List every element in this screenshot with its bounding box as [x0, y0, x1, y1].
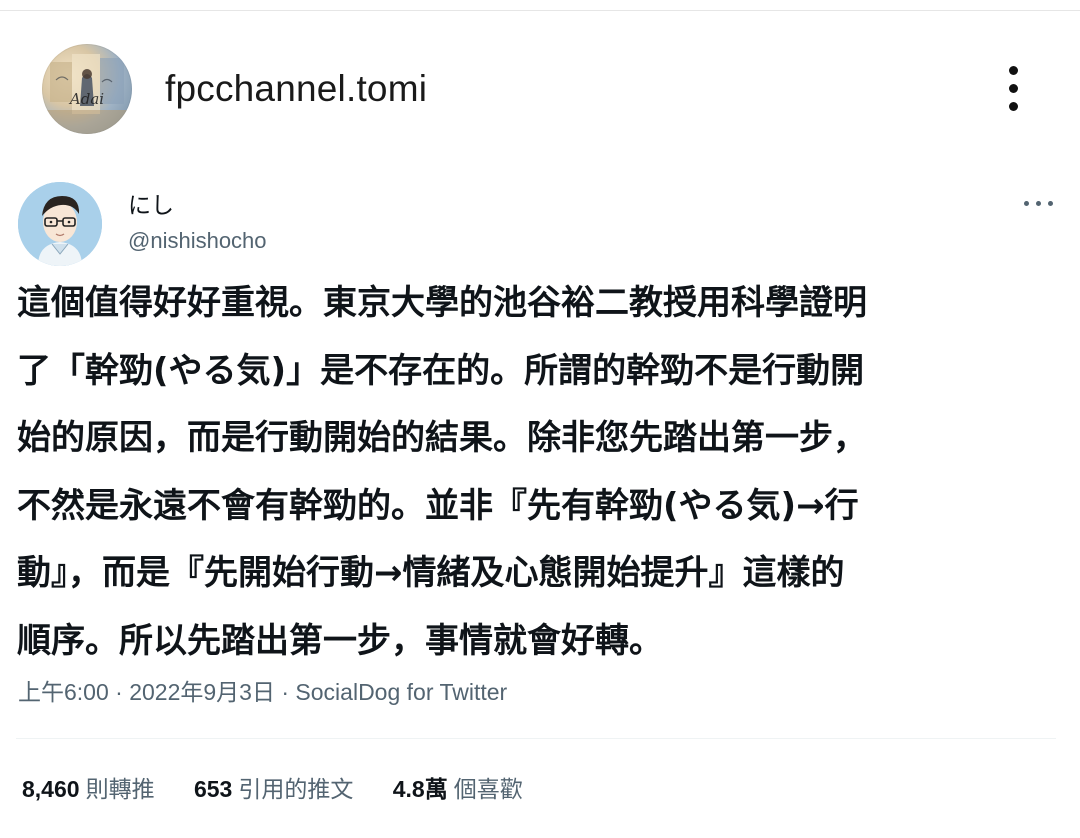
channel-name[interactable]: fpcchannel.tomi — [165, 68, 427, 110]
author-avatar-image — [18, 182, 102, 266]
author-name[interactable]: にし — [128, 186, 174, 220]
kebab-vertical-icon[interactable] — [992, 64, 1036, 116]
svg-text:Adai: Adai — [68, 90, 104, 108]
likes-label: 個喜歡 — [453, 776, 523, 802]
channel-avatar-image: Adai — [42, 54, 132, 134]
meta-separator: · — [274, 679, 296, 705]
tweet-date[interactable]: 2022年9月3日 — [129, 679, 275, 705]
quotes-stat[interactable]: 653 引用的推文 — [194, 770, 353, 804]
post-header: Adai fpcchannel.tomi — [42, 44, 1042, 134]
quotes-label: 引用的推文 — [238, 776, 354, 802]
retweets-count: 8,460 — [22, 776, 80, 802]
tweet-meta: 上午6:00 · 2022年9月3日 · SocialDog for Twitt… — [18, 673, 507, 707]
tweet-text: 這個值得好好重視。東京大學的池谷裕二教授用科學證明 了「幹勁(やる気)」是不存在… — [17, 283, 867, 661]
more-horizontal-icon[interactable] — [1022, 196, 1056, 212]
retweets-label: 則轉推 — [85, 776, 155, 802]
top-divider — [0, 10, 1080, 11]
author-avatar[interactable] — [18, 182, 102, 266]
tweet-stats: 8,460 則轉推 653 引用的推文 4.8萬 個喜歡 — [22, 770, 556, 804]
author-handle[interactable]: @nishishocho — [128, 228, 267, 254]
likes-count: 4.8萬 — [392, 776, 448, 802]
quotes-count: 653 — [193, 776, 233, 802]
channel-avatar[interactable]: Adai — [42, 44, 132, 134]
likes-stat[interactable]: 4.8萬 個喜歡 — [393, 770, 523, 804]
meta-separator: · — [108, 679, 130, 705]
tweet-source[interactable]: SocialDog for Twitter — [295, 679, 507, 705]
tweet-time[interactable]: 上午6:00 — [18, 679, 109, 705]
retweets-stat[interactable]: 8,460 則轉推 — [22, 770, 155, 804]
stats-divider — [16, 738, 1056, 739]
